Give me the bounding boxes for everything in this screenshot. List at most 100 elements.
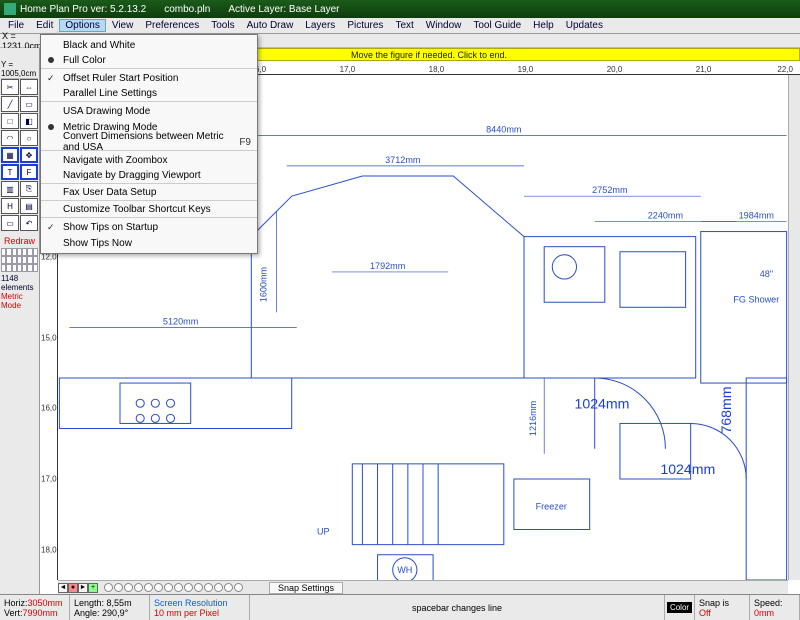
scroll-left-icon[interactable]: ◄ <box>58 583 68 593</box>
tool-move-icon[interactable]: ✥ <box>20 147 38 163</box>
dd-nav-drag[interactable]: Navigate by Dragging Viewport <box>41 168 257 184</box>
dd-show-tips-startup[interactable]: ✓Show Tips on Startup <box>41 219 257 235</box>
app-icon <box>4 3 16 15</box>
status-length-label: Length: <box>74 598 104 608</box>
status-res-label: Screen Resolution <box>154 598 245 608</box>
svg-text:FG Shower: FG Shower <box>733 294 779 304</box>
dd-fax[interactable]: Fax User Data Setup <box>41 185 257 201</box>
active-layer: Base Layer <box>289 4 340 15</box>
ruler-tick: 18,0 <box>429 65 445 74</box>
dd-offset-ruler[interactable]: ✓Offset Ruler Start Position <box>41 70 257 86</box>
scroll-stop-icon[interactable]: ● <box>68 583 78 593</box>
title-bar: Home Plan Pro ver: 5.2.13.2 combo.pln Ac… <box>0 0 800 18</box>
ruler-tick: 22,0 <box>777 65 793 74</box>
tool-scissors-icon[interactable]: ✂ <box>1 79 19 95</box>
tool-line-icon[interactable]: ╱ <box>1 96 19 112</box>
tool-hatch-icon[interactable]: ▥ <box>1 181 19 197</box>
svg-text:5120mm: 5120mm <box>163 316 198 326</box>
dd-parallel-line[interactable]: Parallel Line Settings <box>41 86 257 102</box>
color-swatch-button[interactable]: Color <box>667 602 692 613</box>
tool-select-icon[interactable]: ▦ <box>1 147 19 163</box>
status-bar: Horiz:3050mm Vert:7990mm Length: 8,55m A… <box>0 594 800 620</box>
menu-edit[interactable]: Edit <box>30 20 59 31</box>
tool-text-icon[interactable]: T <box>1 164 19 180</box>
speed-label: Speed: <box>754 598 795 608</box>
tool-hide-icon[interactable]: H <box>1 198 19 214</box>
ruler-tick: 17,0 <box>340 65 356 74</box>
snap-settings-button[interactable]: Snap Settings <box>269 582 343 594</box>
metric-mode-label: Metric Mode <box>1 292 38 310</box>
svg-text:48": 48" <box>760 269 773 279</box>
snap-label: Snap is <box>699 598 745 608</box>
ruler-tick: 17,0 <box>41 475 57 484</box>
svg-text:1216mm: 1216mm <box>528 401 538 436</box>
menu-file[interactable]: File <box>2 20 30 31</box>
svg-text:1024mm: 1024mm <box>660 461 715 477</box>
menu-view[interactable]: View <box>106 20 140 31</box>
tool-clone-icon[interactable]: ⎘ <box>20 181 38 197</box>
bottom-strip: ◄ ● ► + Snap Settings <box>58 580 788 594</box>
menu-updates[interactable]: Updates <box>560 20 609 31</box>
dd-show-tips-now[interactable]: Show Tips Now <box>41 235 257 251</box>
speed-value: 0mm <box>754 608 795 618</box>
tool-circle-icon[interactable]: ○ <box>20 130 38 146</box>
tool-shape-icon[interactable]: ◧ <box>20 113 38 129</box>
tool-figs-icon[interactable]: ▤ <box>20 198 38 214</box>
ruler-tick: 20,0 <box>607 65 623 74</box>
ruler-tick: 16,0 <box>41 404 57 413</box>
line-swatch[interactable] <box>1 248 38 272</box>
scrollbar-vertical[interactable] <box>788 75 800 580</box>
tool-rect-icon[interactable]: ▭ <box>20 96 38 112</box>
dd-full-color[interactable]: Full Color <box>41 53 257 69</box>
status-horiz-label: Horiz: <box>4 598 28 608</box>
menu-toolguide[interactable]: Tool Guide <box>467 20 527 31</box>
status-angle-value: 290,9° <box>102 608 128 618</box>
app-title: Home Plan Pro ver: 5.2.13.2 <box>20 4 146 15</box>
layer-label: Active Layer: <box>228 4 286 15</box>
svg-text:1792mm: 1792mm <box>370 261 405 271</box>
redraw-button[interactable]: Redraw <box>1 236 38 246</box>
snap-dots[interactable] <box>104 583 243 592</box>
status-vert-label: Vert: <box>4 608 23 618</box>
tool-dim-icon[interactable]: ⇔ <box>20 79 38 95</box>
tool-fast-icon[interactable]: F <box>20 164 38 180</box>
tool-arc-icon[interactable]: ◠ <box>1 130 19 146</box>
dd-convert[interactable]: Convert Dimensions between Metric and US… <box>41 135 257 151</box>
menu-layers[interactable]: Layers <box>299 20 341 31</box>
scroll-right-icon[interactable]: ► <box>78 583 88 593</box>
svg-text:8440mm: 8440mm <box>486 125 521 135</box>
menu-preferences[interactable]: Preferences <box>139 20 205 31</box>
options-dropdown: Black and White Full Color ✓Offset Ruler… <box>40 34 258 254</box>
status-res-value: 10 mm per Pixel <box>154 608 245 618</box>
ruler-tick: 15,0 <box>41 333 57 342</box>
svg-text:1984mm: 1984mm <box>739 210 774 220</box>
svg-text:3712mm: 3712mm <box>385 155 420 165</box>
dd-black-white[interactable]: Black and White <box>41 37 257 53</box>
menu-help[interactable]: Help <box>527 20 560 31</box>
dd-nav-zoombox[interactable]: Navigate with Zoombox <box>41 152 257 168</box>
element-count: 1148 elements <box>1 274 38 292</box>
scroll-plus-icon[interactable]: + <box>88 583 98 593</box>
menu-pictures[interactable]: Pictures <box>341 20 389 31</box>
status-hint: spacebar changes line <box>412 603 502 613</box>
file-name: combo.pln <box>164 4 210 15</box>
menu-window[interactable]: Window <box>420 20 468 31</box>
status-angle-label: Angle: <box>74 608 100 618</box>
status-horiz-value: 3050mm <box>28 598 63 608</box>
left-toolbox: Y = 1005,0cm ✂⇔ ╱▭ □◧ ◠○ ▦✥ TF ▥⎘ H▤ ▭↶ … <box>0 48 40 594</box>
svg-text:UP: UP <box>317 527 330 537</box>
svg-text:Freezer: Freezer <box>536 501 567 511</box>
svg-text:2240mm: 2240mm <box>648 210 683 220</box>
tool-layer-icon[interactable]: ▭ <box>1 215 19 231</box>
menu-autodraw[interactable]: Auto Draw <box>241 20 300 31</box>
tool-box-icon[interactable]: □ <box>1 113 19 129</box>
menu-options[interactable]: Options <box>59 19 105 32</box>
tool-undo-icon[interactable]: ↶ <box>20 215 38 231</box>
svg-text:1024mm: 1024mm <box>574 395 629 411</box>
menu-tools[interactable]: Tools <box>205 20 240 31</box>
dd-usa-mode[interactable]: USA Drawing Mode <box>41 103 257 119</box>
menu-text[interactable]: Text <box>389 20 419 31</box>
dd-customize-toolbar[interactable]: Customize Toolbar Shortcut Keys <box>41 202 257 218</box>
ruler-tick: 18,0 <box>41 545 57 554</box>
ruler-tick: 21,0 <box>696 65 712 74</box>
